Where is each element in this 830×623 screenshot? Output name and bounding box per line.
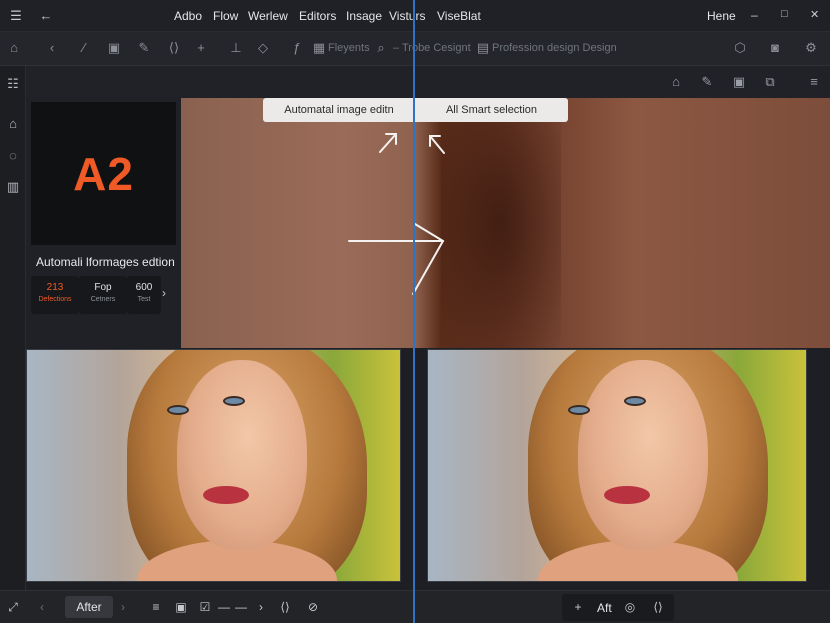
plus-icon[interactable]: + xyxy=(193,40,209,56)
arrows-overlay xyxy=(348,133,445,295)
menu-bar: ☰ ← Adbo Flow Werlew Editors Insage Vist… xyxy=(0,0,830,32)
target-icon[interactable]: ◎ xyxy=(622,599,638,615)
menu-item-adbo[interactable]: Adbo xyxy=(174,9,202,23)
stat-label: Test xyxy=(137,296,151,303)
eye-left xyxy=(167,405,189,415)
tool-bar: ⌂ ‹ ⁄ ▣ ✎ ⟨⟩ + ⊥ ◇ ƒ ▦ Fleyents ⌕ – Trob… xyxy=(0,32,830,66)
after-button[interactable]: After xyxy=(65,596,113,618)
stamp-icon[interactable]: ⊥ xyxy=(228,40,244,56)
stat-card-cetners[interactable]: Fop Cetners xyxy=(79,276,127,314)
line-icon[interactable]: — xyxy=(233,599,249,615)
minimize-button[interactable]: – xyxy=(751,8,758,22)
image-icon[interactable]: ▣ xyxy=(173,599,189,615)
layout-icon[interactable]: ▤ xyxy=(475,40,491,56)
panel-title: Automali lformages edtion xyxy=(36,255,175,269)
compare-icon[interactable]: ⟨⟩ xyxy=(277,599,293,615)
tag-icon[interactable]: ⊘ xyxy=(305,599,321,615)
lips xyxy=(604,486,650,504)
menu-item-flow[interactable]: Flow xyxy=(213,9,238,23)
chevron-right-icon[interactable]: › xyxy=(253,599,269,615)
logo-text: A2 xyxy=(73,147,134,200)
menu-item-werlew[interactable]: Werlew xyxy=(248,9,288,23)
stat-value: Fop xyxy=(94,282,112,293)
lasso-icon[interactable]: ◌ xyxy=(5,148,21,164)
move-icon[interactable]: + xyxy=(570,599,586,615)
split-icon[interactable]: ⟨⟩ xyxy=(166,40,182,56)
toolbar-label-fleyents[interactable]: Fleyents xyxy=(328,42,370,54)
menu-item-hene[interactable]: Hene xyxy=(707,9,736,23)
menu-item-visturs[interactable]: Visturs xyxy=(389,9,425,23)
audio-icon[interactable]: ⟨⟩ xyxy=(650,599,666,615)
toolbar-label-trobe[interactable]: – Trobe Cesignt xyxy=(393,42,471,54)
grid-icon[interactable]: ▦ xyxy=(311,40,327,56)
stat-label: Cetners xyxy=(90,296,116,303)
preset-panel: A2 Automali lformages edtion 213 Defecti… xyxy=(26,98,181,348)
layers-icon[interactable]: ▥ xyxy=(5,179,21,195)
stat-value: 213 xyxy=(46,282,64,293)
eye-right xyxy=(624,396,646,406)
tag-icon[interactable]: ◇ xyxy=(255,40,271,56)
menu-item-editors[interactable]: Editors xyxy=(299,9,336,23)
eye-left xyxy=(568,405,590,415)
arrow-left-icon[interactable]: ← xyxy=(38,8,54,24)
stat-card-test[interactable]: 600 Test xyxy=(127,276,161,314)
copy-icon[interactable]: ⧉ xyxy=(762,74,778,90)
brush-icon[interactable]: ⁄ xyxy=(76,40,92,56)
right-tool-group: + Aft ◎ ⟨⟩ xyxy=(562,594,674,621)
app-logo: A2 xyxy=(31,102,176,245)
stat-label: Defections xyxy=(38,296,72,303)
aft-label[interactable]: Aft xyxy=(597,601,612,615)
shield-icon[interactable]: ⬡ xyxy=(732,40,748,56)
home-icon[interactable]: ⌂ xyxy=(6,40,22,56)
save-icon[interactable]: ▣ xyxy=(731,74,747,90)
stat-card-defections[interactable]: 213 Defections xyxy=(31,276,79,314)
script-f-icon[interactable]: ƒ xyxy=(289,40,305,56)
menu-item-insage[interactable]: Insage xyxy=(346,9,382,23)
chevron-right-icon[interactable]: › xyxy=(162,286,166,300)
face xyxy=(177,360,307,550)
stat-value: 600 xyxy=(135,282,153,293)
zoom-canvas[interactable]: Automatal image editn All Smart selectio… xyxy=(181,98,830,348)
photo-after[interactable] xyxy=(427,349,807,582)
face xyxy=(578,360,708,550)
chevron-left-icon[interactable]: ‹ xyxy=(44,40,60,56)
photo-before[interactable] xyxy=(26,349,401,582)
hamburger-menu-icon[interactable]: ☰ xyxy=(8,8,24,24)
search-icon[interactable]: ⌕ xyxy=(373,40,389,56)
camera-icon[interactable]: ◙ xyxy=(767,40,783,56)
chevron-right-icon[interactable]: › xyxy=(115,599,131,615)
chevron-left-icon[interactable]: ‹ xyxy=(34,599,50,615)
bottom-bar: ⤢ ‹ After › ≡ ▣ ☑ — — › ⟨⟩ ⊘ + Aft ◎ ⟨⟩ xyxy=(0,590,830,623)
list-icon[interactable]: ☷ xyxy=(5,76,21,92)
pen-icon[interactable]: ✎ xyxy=(136,40,152,56)
toolbar-label-profession[interactable]: Profession design Design xyxy=(492,42,617,54)
list-icon[interactable]: ≡ xyxy=(148,599,164,615)
settings-icon[interactable]: ⚙ xyxy=(803,40,819,56)
menu-item-viseblat[interactable]: ViseBlat xyxy=(437,9,481,23)
tool-icon[interactable]: ⌂ xyxy=(668,74,684,90)
eye-right xyxy=(223,396,245,406)
split-divider[interactable] xyxy=(413,0,415,623)
close-button[interactable]: ✕ xyxy=(810,8,819,21)
crop-icon[interactable]: ▣ xyxy=(106,40,122,56)
secondary-bar: ⌂ ✎ ▣ ⧉ ≡ xyxy=(26,66,830,98)
home-icon[interactable]: ⌂ xyxy=(5,116,21,132)
check-icon[interactable]: ☑ xyxy=(197,599,213,615)
menu-icon[interactable]: ≡ xyxy=(806,74,822,90)
pencil-icon[interactable]: ✎ xyxy=(699,74,715,90)
dash-icon[interactable]: — xyxy=(216,599,232,615)
expand-icon[interactable]: ⤢ xyxy=(5,599,21,615)
left-rail: ☷ ⌂ ◌ ▥ ⤢ xyxy=(0,66,26,613)
maximize-button[interactable]: □ xyxy=(781,8,788,20)
lips xyxy=(203,486,249,504)
